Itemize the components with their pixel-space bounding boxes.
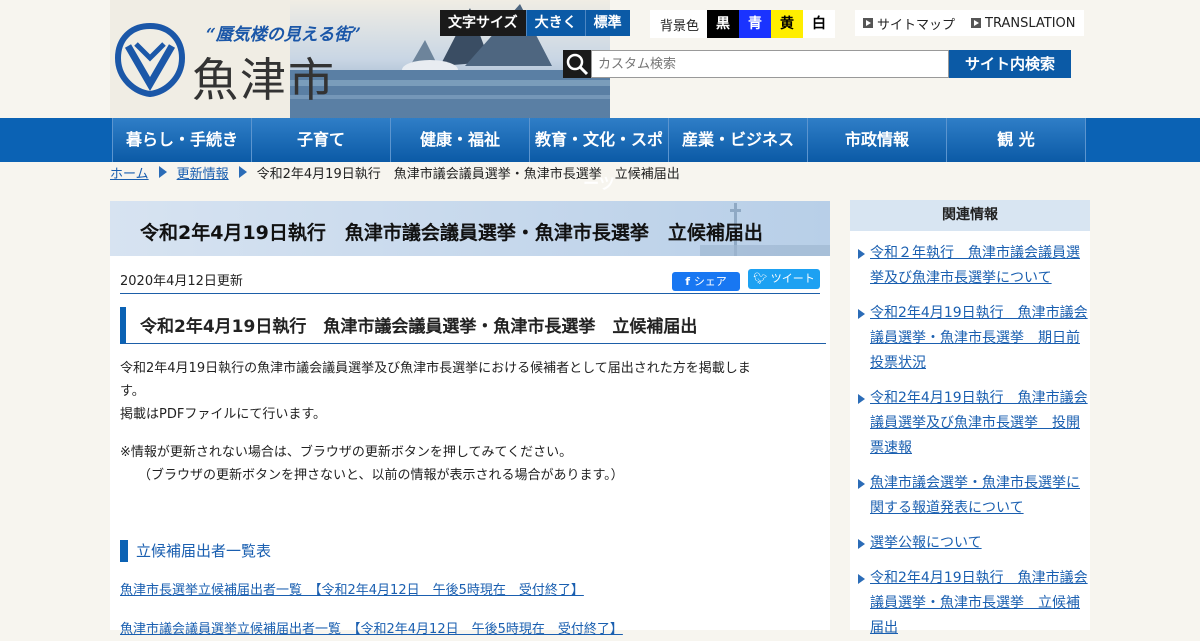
- nav-item-living[interactable]: 暮らし・手続き: [112, 118, 251, 162]
- site-header: “蜃気楼の見える街” 魚津市 文字サイズ 大きく 標準 背景色 黒 青 黄 白 …: [0, 0, 1200, 118]
- font-size-label: 文字サイズ: [440, 10, 526, 36]
- section-heading: 令和2年4月19日執行 魚津市議会議員選挙・魚津市長選挙 立候補届出: [120, 307, 826, 344]
- link-line: 届出: [870, 620, 898, 636]
- link-line: 関する報道発表について: [870, 500, 1024, 516]
- utility-links: サイトマップ TRANSLATION: [855, 10, 1084, 36]
- related-link[interactable]: 魚津市議会選挙・魚津市長選挙に 関する報道発表について: [858, 471, 1098, 521]
- facebook-share-button[interactable]: f シェア: [672, 272, 740, 291]
- notice-text: ※情報が更新されない場合は、ブラウザの更新ボタンを押してみてください。 （ブラウ…: [120, 441, 810, 487]
- updated-date: 2020年4月12日更新: [120, 274, 243, 289]
- divider: [120, 293, 820, 294]
- page-title-band: 令和2年4月19日執行 魚津市議会議員選挙・魚津市長選挙 立候補届出: [110, 201, 830, 256]
- link-line: 令和２年執行 魚津市議会議員選: [870, 245, 1080, 261]
- breadcrumb-arrow-icon: [238, 166, 247, 178]
- sitemap-label: サイトマップ: [877, 17, 956, 33]
- arrow-icon: [971, 18, 982, 28]
- related-link-text[interactable]: 令和2年4月19日執行 魚津市議会 議員選挙・魚津市長選挙 期日前 投票状況: [870, 305, 1088, 371]
- breadcrumb-current: 令和2年4月19日執行 魚津市議会議員選挙・魚津市長選挙 立候補届出: [256, 166, 680, 182]
- search-icon: [563, 50, 591, 78]
- link-line: 令和2年4月19日執行 魚津市議会: [870, 390, 1088, 406]
- related-link[interactable]: 令和２年執行 魚津市議会議員選 挙及び魚津市長選挙について: [858, 241, 1098, 291]
- city-name: 魚津市: [192, 53, 336, 107]
- related-info-sidebar: 関連情報 令和２年執行 魚津市議会議員選 挙及び魚津市長選挙について 令和2年4月…: [850, 200, 1090, 636]
- twitter-icon: 🐦︎: [753, 272, 771, 285]
- bg-blue-button[interactable]: 青: [739, 10, 772, 38]
- nav-item-tourism[interactable]: 観 光: [946, 118, 1086, 162]
- translation-label: TRANSLATION: [985, 15, 1076, 31]
- link-line: 選挙公報について: [870, 535, 982, 551]
- link-line: 挙及び魚津市長選挙について: [870, 270, 1052, 286]
- arrow-icon: [863, 18, 873, 28]
- font-large-button[interactable]: 大きく: [525, 10, 585, 36]
- mayor-candidates-link[interactable]: 魚津市長選挙立候補届出者一覧 【令和2年4月12日 午後5時現在 受付終了】: [120, 579, 584, 598]
- notice-line2: （ブラウザの更新ボタンを押さないと、以前の情報が表示される場合があります。）: [138, 468, 624, 483]
- section-heading-text: 令和2年4月19日執行 魚津市議会議員選挙・魚津市長選挙 立候補届出: [140, 317, 698, 337]
- share-label: シェア: [693, 275, 727, 288]
- link-line: 議員選挙・魚津市長選挙 立候補: [870, 595, 1080, 611]
- link-line: 魚津市議会選挙・魚津市長選挙に: [870, 475, 1080, 491]
- bg-yellow-button[interactable]: 黄: [771, 10, 804, 38]
- nav-item-childcare[interactable]: 子育て: [251, 118, 390, 162]
- city-emblem-icon: [114, 22, 186, 98]
- intro-line2: す。: [120, 384, 145, 399]
- bg-color-label: 背景色: [660, 18, 700, 34]
- link-line: 議員選挙及び魚津市長選挙 投開: [870, 415, 1080, 431]
- breadcrumb-home[interactable]: ホーム: [110, 163, 149, 182]
- font-size-control: 文字サイズ 大きく 標準: [440, 10, 630, 36]
- related-link-text[interactable]: 選挙公報について: [870, 535, 982, 551]
- nav-item-education[interactable]: 教育・文化・スポーツ: [529, 118, 668, 193]
- related-link[interactable]: 選挙公報について: [858, 531, 1098, 556]
- tagline: “蜃気楼の見える街”: [206, 25, 362, 45]
- tweet-label: ツイート: [770, 272, 815, 285]
- nav-item-health[interactable]: 健康・福祉: [390, 118, 529, 162]
- related-link[interactable]: 令和2年4月19日執行 魚津市議会 議員選挙及び魚津市長選挙 投開 票速報: [858, 386, 1098, 461]
- search-button[interactable]: サイト内検索: [949, 50, 1071, 78]
- link-line: 令和2年4月19日執行 魚津市議会: [870, 570, 1088, 586]
- related-link-text[interactable]: 令和2年4月19日執行 魚津市議会 議員選挙・魚津市長選挙 立候補 届出: [870, 570, 1088, 636]
- link-line: 投票状況: [870, 355, 926, 371]
- page-title: 令和2年4月19日執行 魚津市議会議員選挙・魚津市長選挙 立候補届出: [140, 222, 763, 244]
- main-content: 令和2年4月19日執行 魚津市議会議員選挙・魚津市長選挙 立候補届出 2020年…: [110, 201, 830, 637]
- sitemap-link[interactable]: サイトマップ: [855, 14, 963, 33]
- font-standard-button[interactable]: 標準: [584, 10, 630, 36]
- intro-line1: 令和2年4月19日執行の魚津市議会議員選挙及び魚津市長選挙における候補者として届…: [120, 361, 751, 376]
- sidebar-heading: 関連情報: [850, 200, 1090, 231]
- intro-text: 令和2年4月19日執行の魚津市議会議員選挙及び魚津市長選挙における候補者として届…: [120, 357, 810, 426]
- link-line: 令和2年4月19日執行 魚津市議会: [870, 305, 1088, 321]
- council-candidates-link[interactable]: 魚津市議会議員選挙立候補届出者一覧 【令和2年4月12日 午後5時現在 受付終了…: [120, 618, 623, 637]
- link-line: 票速報: [870, 440, 912, 456]
- related-link-text[interactable]: 令和２年執行 魚津市議会議員選 挙及び魚津市長選挙について: [870, 245, 1080, 286]
- global-nav: 暮らし・手続き 子育て 健康・福祉 教育・文化・スポーツ 産業・ビジネス 市政情…: [0, 118, 1200, 193]
- tweet-button[interactable]: 🐦︎ ツイート: [748, 269, 820, 289]
- intro-line3: 掲載はPDFファイルにて行います。: [120, 407, 327, 422]
- background-color-control: 背景色 黒 青 黄 白: [650, 10, 836, 38]
- related-link-text[interactable]: 令和2年4月19日執行 魚津市議会 議員選挙及び魚津市長選挙 投開 票速報: [870, 390, 1088, 456]
- translation-link[interactable]: TRANSLATION: [963, 16, 1083, 31]
- candidate-list-heading: 立候補届出者一覧表: [120, 540, 271, 562]
- breadcrumb: ホーム 更新情報 令和2年4月19日執行 魚津市議会議員選挙・魚津市長選挙 立候…: [110, 163, 680, 182]
- related-link-text[interactable]: 魚津市議会選挙・魚津市長選挙に 関する報道発表について: [870, 475, 1080, 516]
- site-search: サイト内検索: [563, 50, 1071, 78]
- facebook-icon: f: [685, 275, 694, 288]
- related-link[interactable]: 令和2年4月19日執行 魚津市議会 議員選挙・魚津市長選挙 期日前 投票状況: [858, 301, 1098, 376]
- breadcrumb-arrow-icon: [158, 166, 167, 178]
- bg-white-button[interactable]: 白: [803, 10, 836, 38]
- search-input[interactable]: [591, 50, 949, 78]
- nav-item-business[interactable]: 産業・ビジネス: [668, 118, 807, 162]
- breadcrumb-updates[interactable]: 更新情報: [177, 163, 229, 182]
- notice-line1: ※情報が更新されない場合は、ブラウザの更新ボタンを押してみてください。: [120, 445, 573, 460]
- nav-item-city-admin[interactable]: 市政情報: [807, 118, 946, 162]
- bg-black-button[interactable]: 黒: [707, 10, 740, 38]
- link-line: 議員選挙・魚津市長選挙 期日前: [870, 330, 1080, 346]
